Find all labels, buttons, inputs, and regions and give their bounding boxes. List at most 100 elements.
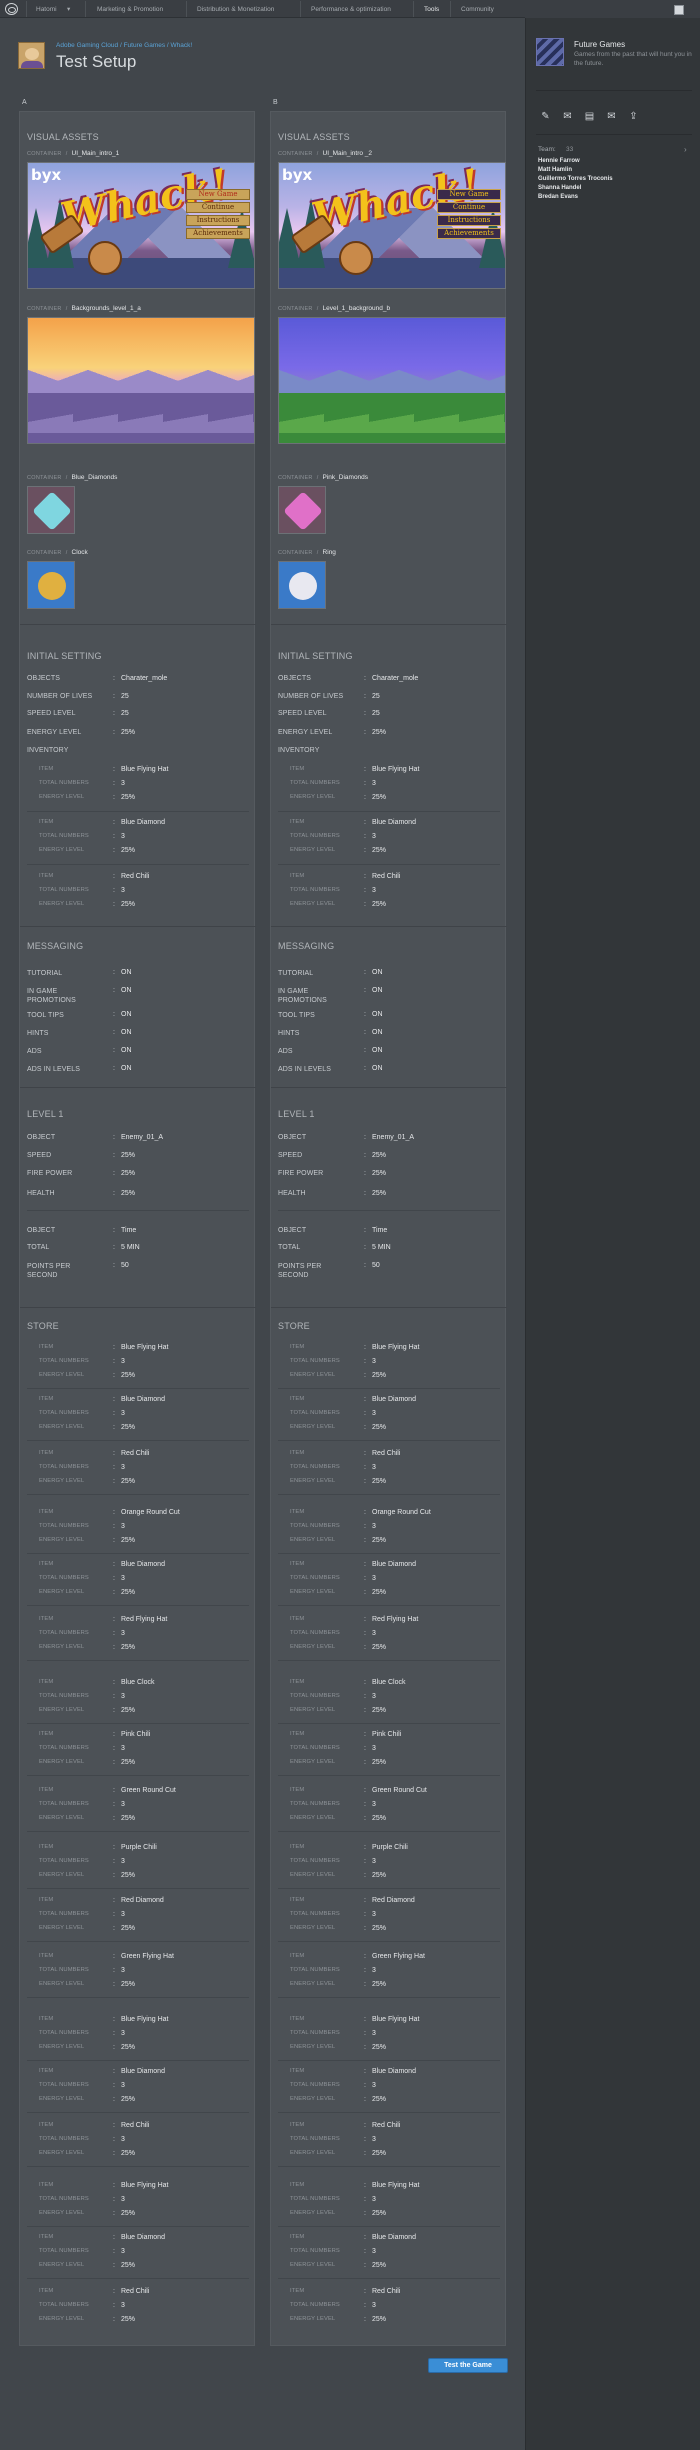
game-ui-preview-image[interactable]: byx Whack! New Game Continue Instructions Ach… bbox=[278, 162, 506, 289]
team-member[interactable]: Bredan Evans bbox=[538, 194, 578, 200]
store-total-value[interactable]: 3 bbox=[372, 1523, 376, 1530]
inventory-energy-value[interactable]: 25% bbox=[121, 901, 135, 908]
breadcrumb-item[interactable]: Future Games bbox=[124, 42, 166, 49]
background-asset-name[interactable]: Level_1_background_b bbox=[323, 305, 391, 312]
level-health-value[interactable]: 25% bbox=[121, 1190, 135, 1197]
level-total-value[interactable]: 5 MIN bbox=[372, 1244, 391, 1251]
messaging-toggle[interactable]: ON bbox=[372, 1047, 383, 1054]
store-item-value[interactable]: Blue Flying Hat bbox=[121, 1344, 168, 1351]
messaging-toggle[interactable]: ON bbox=[372, 1011, 383, 1018]
store-item-value[interactable]: Red Flying Hat bbox=[372, 1616, 418, 1623]
nav-item-distribution[interactable]: Distribution & Monetization bbox=[197, 6, 274, 13]
store-item-value[interactable]: Pink Chili bbox=[372, 1731, 401, 1738]
ui-asset-name[interactable]: UI_Main_intro_1 bbox=[72, 150, 120, 157]
store-total-value[interactable]: 3 bbox=[372, 2082, 376, 2089]
store-total-value[interactable]: 3 bbox=[121, 1523, 125, 1530]
store-item-value[interactable]: Red Chili bbox=[372, 2288, 400, 2295]
nav-item-hatomi[interactable]: Hatomi bbox=[36, 6, 57, 13]
store-energy-value[interactable]: 25% bbox=[121, 1925, 135, 1932]
inventory-item-value[interactable]: Blue Diamond bbox=[372, 819, 416, 826]
messaging-toggle[interactable]: ON bbox=[372, 987, 383, 994]
store-total-value[interactable]: 3 bbox=[121, 2302, 125, 2309]
extra-asset-name[interactable]: Clock bbox=[72, 549, 88, 556]
team-member[interactable]: Hennie Farrow bbox=[538, 158, 580, 164]
store-total-value[interactable]: 3 bbox=[372, 1693, 376, 1700]
store-total-value[interactable]: 3 bbox=[372, 1358, 376, 1365]
store-item-value[interactable]: Purple Chili bbox=[121, 1844, 157, 1851]
messaging-toggle[interactable]: ON bbox=[121, 1065, 132, 1072]
store-total-value[interactable]: 3 bbox=[121, 1911, 125, 1918]
messaging-toggle[interactable]: ON bbox=[121, 987, 132, 994]
team-member[interactable]: Shanna Handel bbox=[538, 185, 581, 191]
store-energy-value[interactable]: 25% bbox=[121, 2096, 135, 2103]
store-item-value[interactable]: Blue Flying Hat bbox=[372, 1344, 419, 1351]
store-item-value[interactable]: Green Round Cut bbox=[372, 1787, 427, 1794]
store-item-value[interactable]: Blue Diamond bbox=[121, 2234, 165, 2241]
level-fire-power-value[interactable]: 25% bbox=[372, 1170, 386, 1177]
extra-thumbnail[interactable] bbox=[278, 561, 326, 609]
project-thumbnail[interactable] bbox=[536, 38, 564, 66]
store-energy-value[interactable]: 25% bbox=[372, 2210, 386, 2217]
store-item-value[interactable]: Blue Flying Hat bbox=[372, 2182, 419, 2189]
gem-thumbnail[interactable] bbox=[278, 486, 326, 534]
store-item-value[interactable]: Blue Flying Hat bbox=[121, 2016, 168, 2023]
store-total-value[interactable]: 3 bbox=[372, 2302, 376, 2309]
level-object-value[interactable]: Enemy_01_A bbox=[121, 1134, 163, 1141]
store-energy-value[interactable]: 25% bbox=[372, 1872, 386, 1879]
store-total-value[interactable]: 3 bbox=[372, 1410, 376, 1417]
number-of-lives-value[interactable]: 25 bbox=[121, 693, 129, 700]
store-energy-value[interactable]: 25% bbox=[372, 1981, 386, 1988]
inventory-total-value[interactable]: 3 bbox=[372, 887, 376, 894]
store-item-value[interactable]: Red Diamond bbox=[121, 1897, 164, 1904]
store-energy-value[interactable]: 25% bbox=[372, 2316, 386, 2323]
inventory-item-value[interactable]: Blue Diamond bbox=[121, 819, 165, 826]
store-total-value[interactable]: 3 bbox=[121, 1410, 125, 1417]
store-energy-value[interactable]: 25% bbox=[372, 2262, 386, 2269]
points-per-second-value[interactable]: 50 bbox=[121, 1262, 129, 1269]
store-total-value[interactable]: 3 bbox=[372, 2030, 376, 2037]
store-item-value[interactable]: Orange Round Cut bbox=[121, 1509, 180, 1516]
store-energy-value[interactable]: 25% bbox=[121, 1815, 135, 1822]
team-member[interactable]: Matt Hamlin bbox=[538, 167, 572, 173]
store-total-value[interactable]: 3 bbox=[121, 2248, 125, 2255]
level-fire-power-value[interactable]: 25% bbox=[121, 1170, 135, 1177]
extra-asset-name[interactable]: Ring bbox=[323, 549, 336, 556]
store-item-value[interactable]: Blue Diamond bbox=[121, 1396, 165, 1403]
inventory-total-value[interactable]: 3 bbox=[121, 780, 125, 787]
store-total-value[interactable]: 3 bbox=[121, 1693, 125, 1700]
store-energy-value[interactable]: 25% bbox=[121, 2316, 135, 2323]
level-speed-value[interactable]: 25% bbox=[372, 1152, 386, 1159]
objects-value[interactable]: Charater_mole bbox=[121, 675, 167, 682]
nav-item-marketing[interactable]: Marketing & Promotion bbox=[97, 6, 163, 13]
inventory-total-value[interactable]: 3 bbox=[121, 833, 125, 840]
nav-item-tools[interactable]: Tools bbox=[424, 6, 439, 13]
inventory-energy-value[interactable]: 25% bbox=[372, 847, 386, 854]
store-total-value[interactable]: 3 bbox=[372, 1801, 376, 1808]
store-total-value[interactable]: 3 bbox=[121, 2136, 125, 2143]
messaging-toggle[interactable]: ON bbox=[372, 1065, 383, 1072]
store-energy-value[interactable]: 25% bbox=[121, 1759, 135, 1766]
inventory-energy-value[interactable]: 25% bbox=[372, 794, 386, 801]
store-energy-value[interactable]: 25% bbox=[121, 1478, 135, 1485]
points-per-second-value[interactable]: 50 bbox=[372, 1262, 380, 1269]
extra-thumbnail[interactable] bbox=[27, 561, 75, 609]
chevron-down-icon[interactable]: ▾ bbox=[67, 5, 70, 13]
messaging-toggle[interactable]: ON bbox=[121, 1047, 132, 1054]
store-item-value[interactable]: Blue Flying Hat bbox=[372, 2016, 419, 2023]
document-icon[interactable]: ▤ bbox=[583, 110, 596, 123]
store-item-value[interactable]: Green Round Cut bbox=[121, 1787, 176, 1794]
store-energy-value[interactable]: 25% bbox=[121, 2044, 135, 2051]
inventory-total-value[interactable]: 3 bbox=[372, 780, 376, 787]
store-energy-value[interactable]: 25% bbox=[372, 2096, 386, 2103]
store-energy-value[interactable]: 25% bbox=[372, 1372, 386, 1379]
store-item-value[interactable]: Blue Flying Hat bbox=[121, 2182, 168, 2189]
store-total-value[interactable]: 3 bbox=[372, 1630, 376, 1637]
level-background-image[interactable] bbox=[278, 317, 506, 444]
level-object-value[interactable]: Enemy_01_A bbox=[372, 1134, 414, 1141]
project-name[interactable]: Future Games bbox=[574, 40, 625, 49]
store-item-value[interactable]: Orange Round Cut bbox=[372, 1509, 431, 1516]
share-icon[interactable]: ⇪ bbox=[627, 110, 640, 123]
store-energy-value[interactable]: 25% bbox=[121, 1644, 135, 1651]
inventory-item-value[interactable]: Blue Flying Hat bbox=[121, 766, 168, 773]
store-item-value[interactable]: Blue Clock bbox=[121, 1679, 154, 1686]
